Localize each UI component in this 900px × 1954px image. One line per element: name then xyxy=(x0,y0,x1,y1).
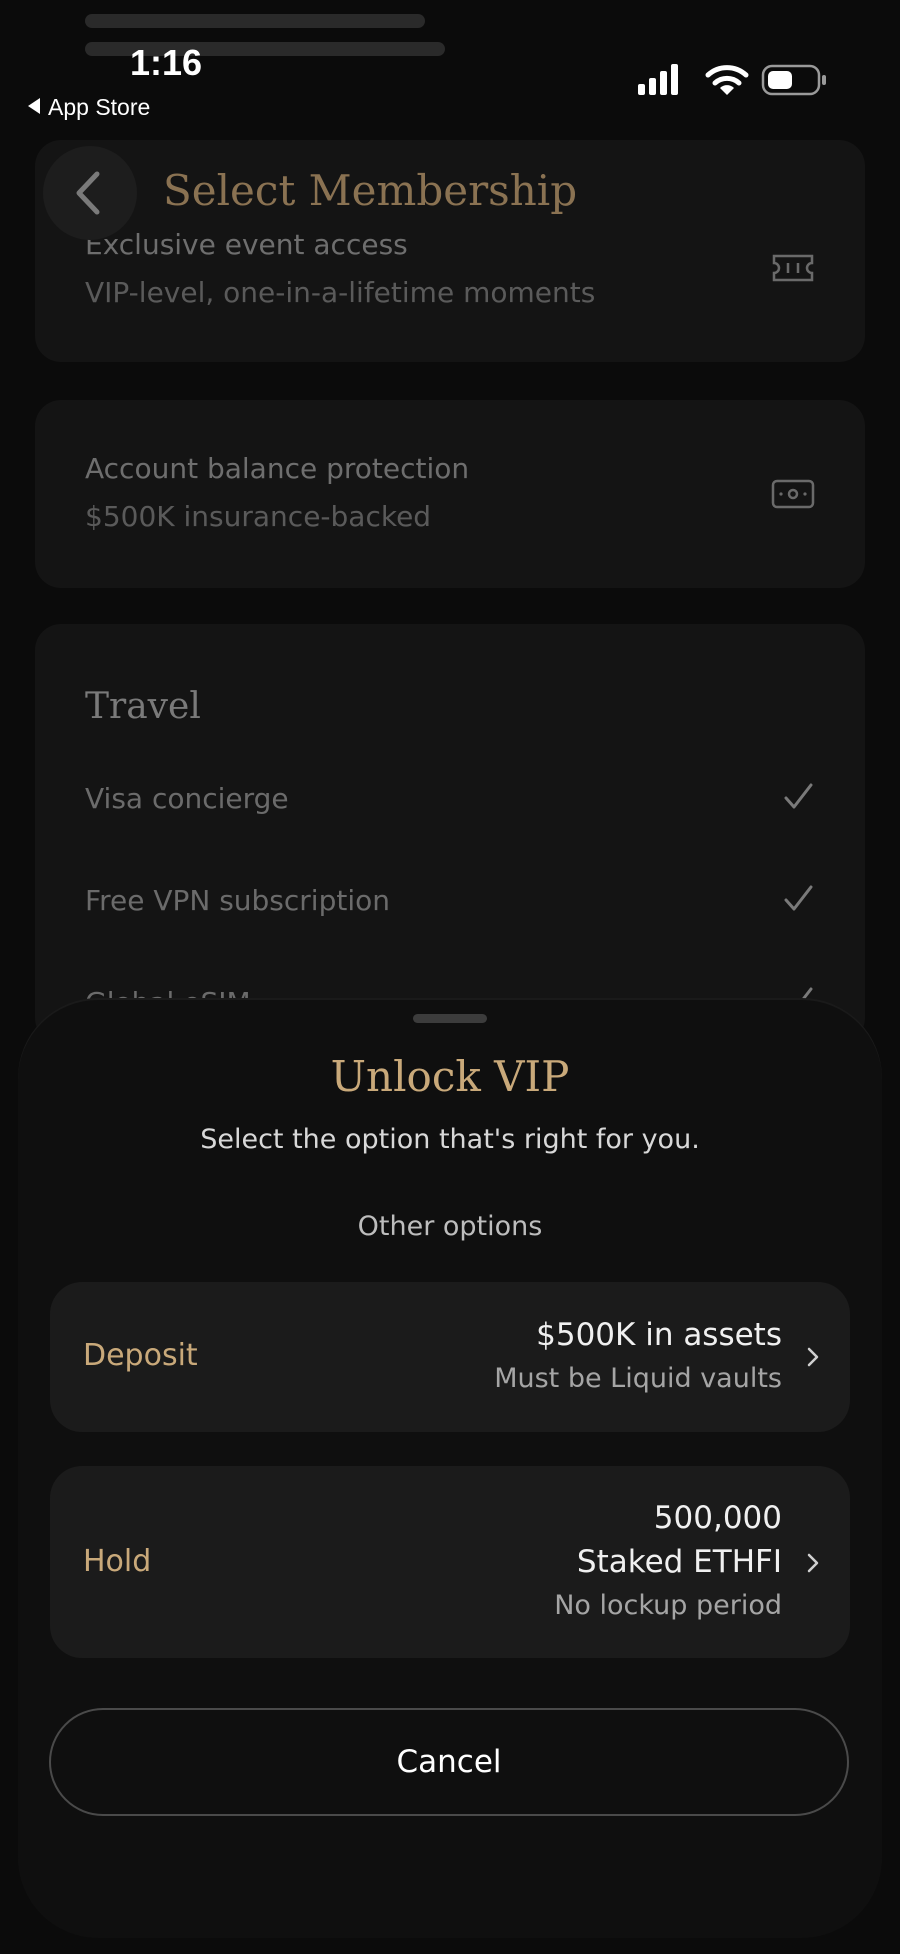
cancel-button[interactable]: Cancel xyxy=(49,1708,849,1816)
option-note: No lockup period xyxy=(554,1590,782,1621)
back-to-app-store[interactable]: App Store xyxy=(28,94,150,121)
sheet-title: Unlock VIP xyxy=(330,1052,570,1101)
chevron-right-icon xyxy=(807,1347,819,1367)
battery-icon xyxy=(761,64,826,96)
back-triangle-icon xyxy=(28,98,40,114)
option-note: Must be Liquid vaults xyxy=(494,1363,782,1394)
travel-item-label: Visa concierge xyxy=(85,782,289,815)
option-deposit[interactable]: Deposit $500K in assets Must be Liquid v… xyxy=(50,1282,850,1432)
travel-section: Travel Visa concierge Free VPN subscript… xyxy=(35,624,865,1044)
benefit-subtitle: VIP-level, one-in-a-lifetime moments xyxy=(85,276,596,309)
option-details: 500,000 Staked ETHFI No lockup period xyxy=(554,1496,782,1628)
sheet-subtitle: Select the option that's right for you. xyxy=(200,1124,700,1155)
chevron-left-icon xyxy=(76,171,100,215)
checkmark-icon xyxy=(784,885,813,911)
checkmark-icon xyxy=(784,783,813,809)
status-icons xyxy=(638,64,826,96)
status-time: 1:16 xyxy=(130,42,203,83)
cash-icon xyxy=(771,479,815,509)
option-label: Deposit xyxy=(83,1338,198,1373)
travel-item: Free VPN subscription xyxy=(85,884,815,924)
sheet-grabber[interactable] xyxy=(413,1014,487,1023)
signal-icon xyxy=(638,64,678,95)
benefit-subtitle: $500K insurance-backed xyxy=(85,500,432,533)
benefit-title: Account balance protection xyxy=(85,452,470,485)
option-amount: 500,000 xyxy=(653,1500,782,1536)
travel-item-label: Free VPN subscription xyxy=(85,884,390,917)
page-title: Select Membership xyxy=(163,166,578,215)
unlock-vip-sheet: Unlock VIP Select the option that's righ… xyxy=(18,1000,882,1938)
ticket-icon xyxy=(772,254,814,282)
back-app-label: App Store xyxy=(48,94,151,120)
travel-item: Visa concierge xyxy=(85,782,815,822)
benefit-card-balance-protection: Account balance protection $500K insuran… xyxy=(35,400,865,588)
option-asset: Staked ETHFI xyxy=(576,1544,782,1580)
section-title: Travel xyxy=(85,686,201,727)
wifi-icon xyxy=(705,65,749,95)
option-requirement: $500K in assets xyxy=(536,1317,782,1353)
chevron-right-icon xyxy=(807,1553,819,1573)
other-options-heading: Other options xyxy=(357,1211,543,1242)
back-button[interactable] xyxy=(43,146,137,240)
option-details: $500K in assets Must be Liquid vaults xyxy=(494,1313,782,1401)
option-label: Hold xyxy=(83,1544,152,1579)
option-hold[interactable]: Hold 500,000 Staked ETHFI No lockup peri… xyxy=(50,1466,850,1658)
